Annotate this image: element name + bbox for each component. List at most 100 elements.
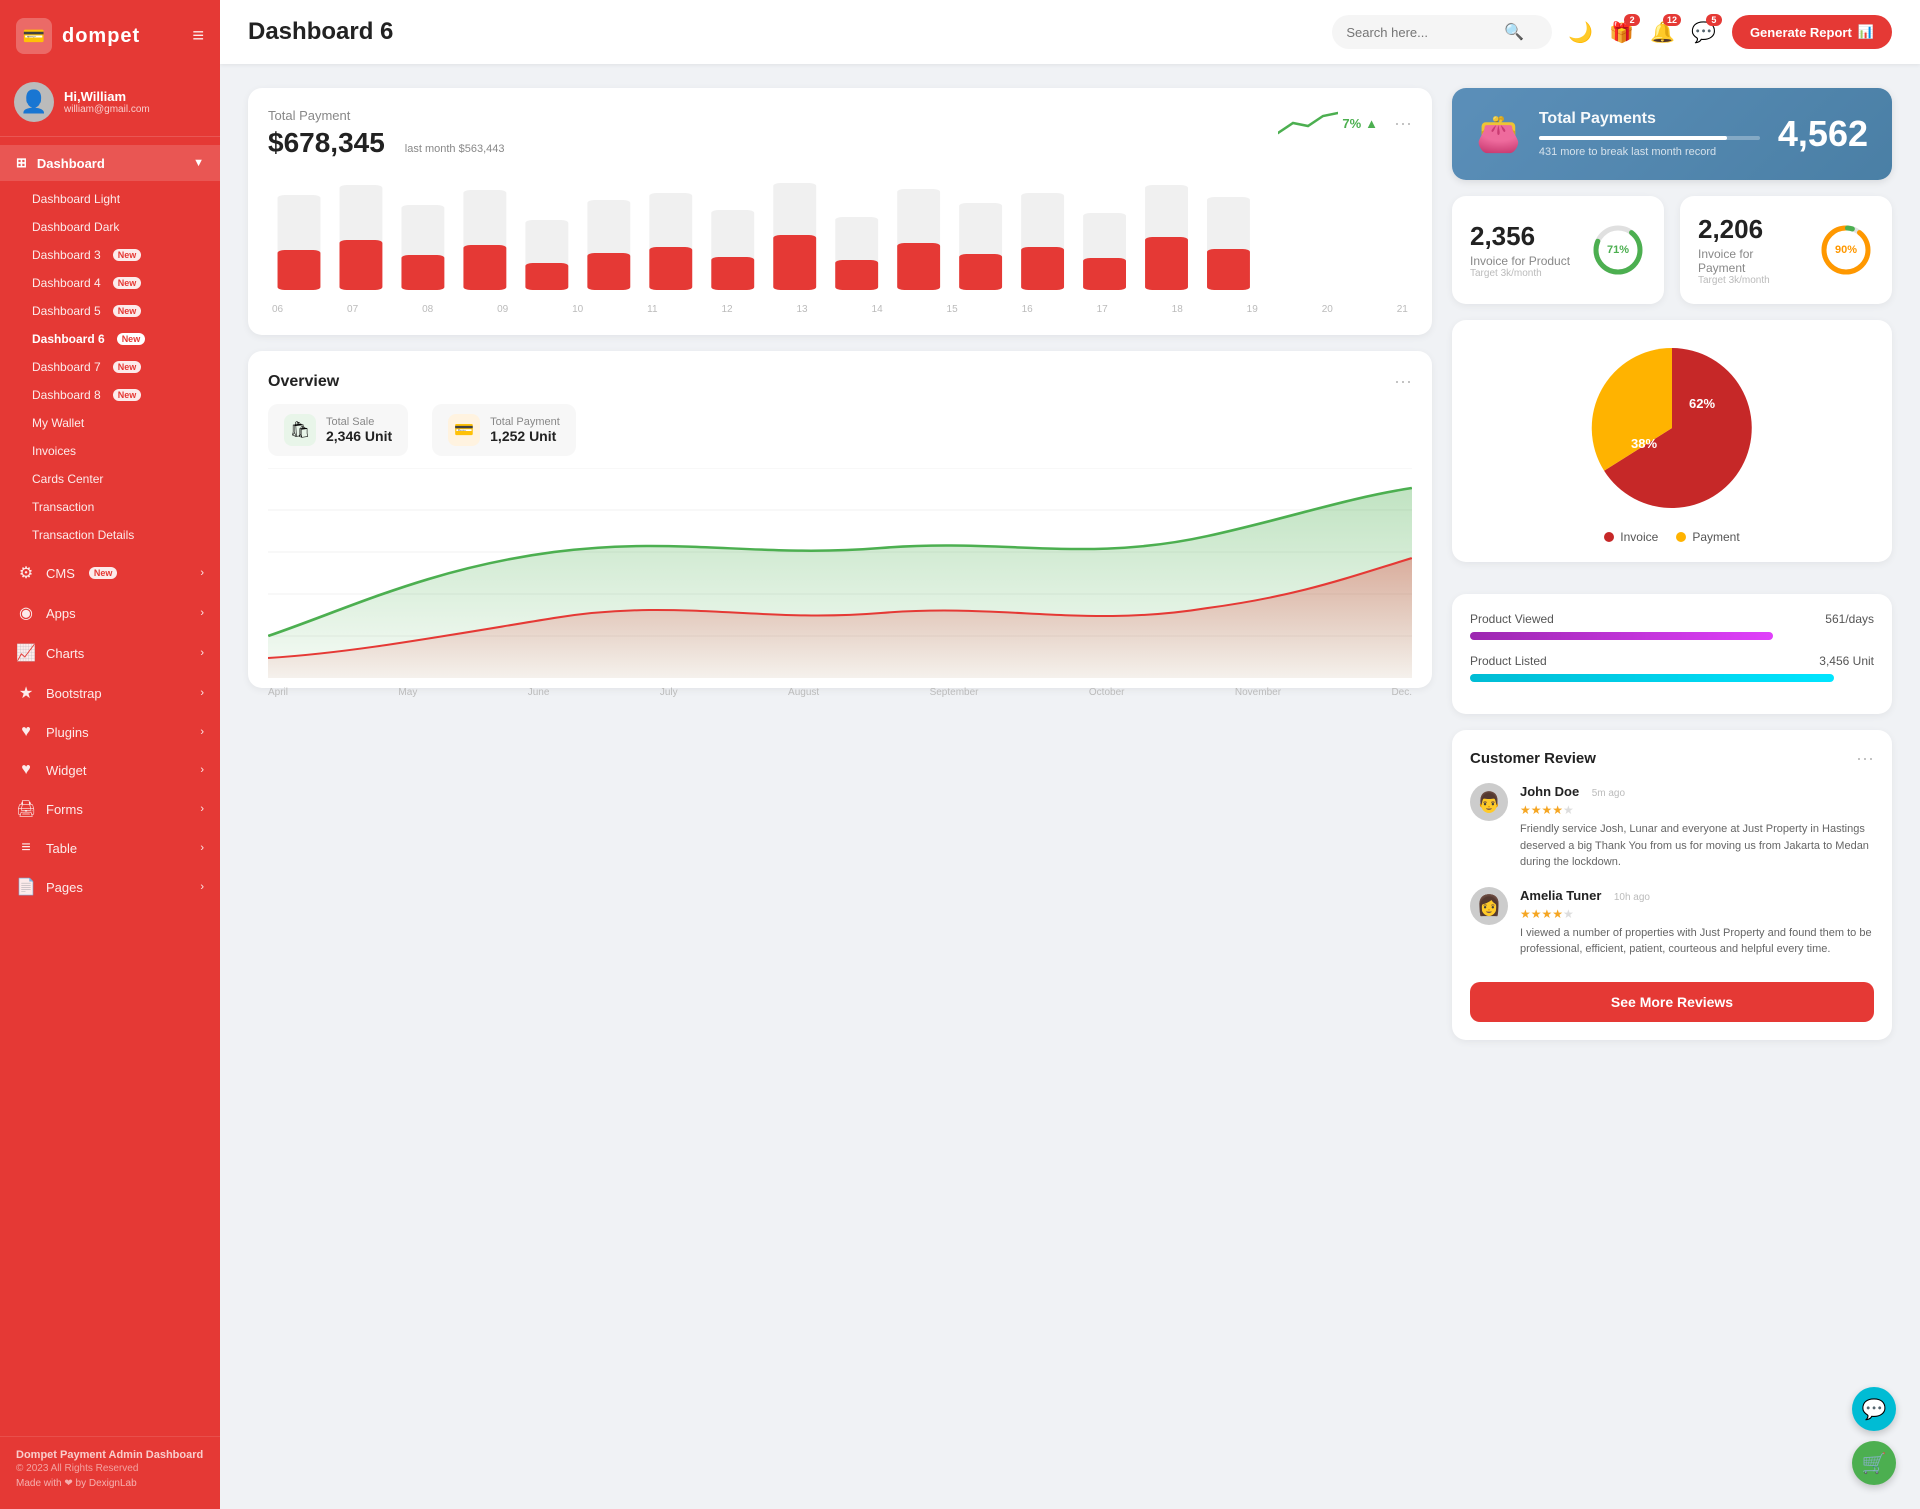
total-payment-label: Total Payment bbox=[268, 108, 504, 123]
sidebar-dashboard-btn[interactable]: ⊞ Dashboard ▼ bbox=[0, 145, 220, 181]
blue-card-sub: 431 more to break last month record bbox=[1539, 146, 1760, 158]
review-time-1: 5m ago bbox=[1592, 788, 1625, 799]
sidebar-item-transaction[interactable]: Transaction bbox=[0, 493, 220, 521]
reviewer-avatar-1: 👨 bbox=[1470, 783, 1508, 821]
chat-badge: 5 bbox=[1706, 14, 1722, 26]
bar-label: 18 bbox=[1172, 304, 1183, 315]
area-chart-svg: 1000k 800k 600k 400k 200k 0k bbox=[268, 468, 1412, 678]
sidebar-item-bootstrap[interactable]: ★ Bootstrap › bbox=[0, 673, 220, 713]
generate-report-button[interactable]: Generate Report 📊 bbox=[1732, 15, 1892, 49]
main-content: Dashboard 6 🔍 🌙 🎁 2 🔔 12 💬 5 Generate R bbox=[220, 0, 1920, 1509]
topbar-icons: 🌙 🎁 2 🔔 12 💬 5 bbox=[1568, 20, 1716, 45]
total-payments-blue-card: 👛 Total Payments 431 more to break last … bbox=[1452, 88, 1892, 180]
see-more-reviews-button[interactable]: See More Reviews bbox=[1470, 982, 1874, 1022]
cart-fab[interactable]: 🛒 bbox=[1852, 1441, 1896, 1485]
total-payment-card: Total Payment $678,345 last month $563,4… bbox=[248, 88, 1432, 335]
pie-legend: Invoice Payment bbox=[1604, 530, 1739, 544]
total-payment-stat: 💳 Total Payment 1,252 Unit bbox=[432, 404, 576, 456]
sidebar-footer: Dompet Payment Admin Dashboard © 2023 Al… bbox=[0, 1436, 220, 1493]
pie-chart-svg: 38% 62% bbox=[1572, 338, 1772, 518]
table-icon: ≡ bbox=[16, 839, 36, 857]
total-payment-amount: $678,345 bbox=[268, 127, 385, 159]
wallet-icon: 👛 bbox=[1476, 113, 1521, 155]
invoice-payment-info: 2,206 Invoice for Payment Target 3k/mont… bbox=[1698, 214, 1804, 286]
dashboard-label: Dashboard bbox=[37, 156, 105, 171]
hamburger-icon[interactable]: ≡ bbox=[192, 25, 204, 48]
product-listed-value: 3,456 Unit bbox=[1819, 654, 1874, 668]
product-viewed-row: Product Viewed 561/days bbox=[1470, 612, 1874, 640]
bar-label: 07 bbox=[347, 304, 358, 315]
moon-toggle[interactable]: 🌙 bbox=[1568, 20, 1593, 45]
sale-info: Total Sale 2,346 Unit bbox=[326, 416, 392, 444]
invoice-product-target: Target 3k/month bbox=[1470, 268, 1570, 279]
payment-info: Total Payment 1,252 Unit bbox=[490, 416, 560, 444]
more-options-icon[interactable]: ··· bbox=[1394, 113, 1412, 134]
sidebar-item-plugins[interactable]: ♥ Plugins › bbox=[0, 713, 220, 751]
overview-stats: 🛍 Total Sale 2,346 Unit 💳 Total Payment … bbox=[268, 404, 1412, 456]
sidebar-item-dashboard-dark[interactable]: Dashboard Dark bbox=[0, 213, 220, 241]
payment-label: Total Payment bbox=[490, 416, 560, 428]
badge-new: New bbox=[113, 277, 142, 289]
sidebar-item-transaction-details[interactable]: Transaction Details bbox=[0, 521, 220, 549]
x-label: October bbox=[1089, 687, 1125, 698]
sidebar-item-dashboard-6[interactable]: Dashboard 6New bbox=[0, 325, 220, 353]
sidebar-item-invoices[interactable]: Invoices bbox=[0, 437, 220, 465]
chevron-right-icon: › bbox=[200, 647, 204, 659]
reviewer-avatar-2: 👩 bbox=[1470, 887, 1508, 925]
chat-icon-wrap[interactable]: 💬 5 bbox=[1691, 20, 1716, 45]
x-label: September bbox=[930, 687, 979, 698]
support-fab[interactable]: 💬 bbox=[1852, 1387, 1896, 1431]
review-text-2: I viewed a number of properties with Jus… bbox=[1520, 925, 1874, 958]
payment-value: 1,252 Unit bbox=[490, 428, 560, 444]
overview-more-icon[interactable]: ··· bbox=[1394, 371, 1412, 392]
sidebar-item-cms[interactable]: ⚙ CMS New › bbox=[0, 553, 220, 593]
invoice-product-label: Invoice for Product bbox=[1470, 254, 1570, 268]
product-viewed-header: Product Viewed 561/days bbox=[1470, 612, 1874, 626]
sidebar-item-table[interactable]: ≡ Table › bbox=[0, 829, 220, 867]
bar-label: 15 bbox=[947, 304, 958, 315]
invoice-payment-label: Invoice for Payment bbox=[1698, 247, 1804, 275]
sidebar-item-dashboard-light[interactable]: Dashboard Light bbox=[0, 185, 220, 213]
badge-new: New bbox=[113, 305, 142, 317]
sidebar-item-dashboard-5[interactable]: Dashboard 5New bbox=[0, 297, 220, 325]
search-box[interactable]: 🔍 bbox=[1332, 15, 1552, 49]
review-more-icon[interactable]: ··· bbox=[1856, 748, 1874, 769]
review-stars-1: ★★★★★ bbox=[1520, 803, 1874, 817]
sidebar-item-dashboard-7[interactable]: Dashboard 7New bbox=[0, 353, 220, 381]
user-email: william@gmail.com bbox=[64, 104, 150, 115]
review-time-2: 10h ago bbox=[1614, 892, 1650, 903]
total-payment-sub: last month $563,443 bbox=[405, 143, 505, 155]
sidebar-item-widget[interactable]: ♥ Widget › bbox=[0, 751, 220, 789]
chevron-right-icon: › bbox=[200, 726, 204, 738]
sidebar-item-dashboard-3[interactable]: Dashboard 3New bbox=[0, 241, 220, 269]
chevron-right-icon: › bbox=[200, 881, 204, 893]
bar-label: 06 bbox=[272, 304, 283, 315]
bell-icon-wrap[interactable]: 🔔 12 bbox=[1650, 20, 1675, 45]
product-viewed-value: 561/days bbox=[1825, 612, 1874, 626]
legend-payment: Payment bbox=[1676, 530, 1739, 544]
sidebar-item-cards-center[interactable]: Cards Center bbox=[0, 465, 220, 493]
badge-new: New bbox=[117, 333, 146, 345]
overview-card: Overview ··· 🛍 Total Sale 2,346 Unit bbox=[248, 351, 1432, 688]
charts-icon: 📈 bbox=[16, 643, 36, 663]
sidebar-item-dashboard-8[interactable]: Dashboard 8New bbox=[0, 381, 220, 409]
badge-new: New bbox=[113, 389, 142, 401]
total-payment-header: Total Payment $678,345 last month $563,4… bbox=[268, 108, 1412, 159]
trend-sparkline bbox=[1278, 108, 1338, 138]
bar-label: 21 bbox=[1397, 304, 1408, 315]
sidebar-item-dashboard-4[interactable]: Dashboard 4New bbox=[0, 269, 220, 297]
sidebar-item-forms[interactable]: 🖨 Forms › bbox=[0, 789, 220, 829]
search-input[interactable] bbox=[1346, 25, 1496, 40]
sidebar-item-my-wallet[interactable]: My Wallet bbox=[0, 409, 220, 437]
invoice-product-number: 2,356 bbox=[1470, 221, 1570, 252]
plugins-icon: ♥ bbox=[16, 723, 36, 741]
product-viewed-label: Product Viewed bbox=[1470, 612, 1554, 626]
sidebar-item-charts[interactable]: 📈 Charts › bbox=[0, 633, 220, 673]
invoice-payment-target: Target 3k/month bbox=[1698, 275, 1804, 286]
sidebar-item-pages[interactable]: 📄 Pages › bbox=[0, 867, 220, 907]
topbar: Dashboard 6 🔍 🌙 🎁 2 🔔 12 💬 5 Generate R bbox=[220, 0, 1920, 64]
gift-icon-wrap[interactable]: 🎁 2 bbox=[1609, 20, 1634, 45]
trend-up-icon: ▲ bbox=[1365, 116, 1378, 131]
sidebar-item-apps[interactable]: ◉ Apps › bbox=[0, 593, 220, 633]
invoice-legend-label: Invoice bbox=[1620, 530, 1658, 544]
